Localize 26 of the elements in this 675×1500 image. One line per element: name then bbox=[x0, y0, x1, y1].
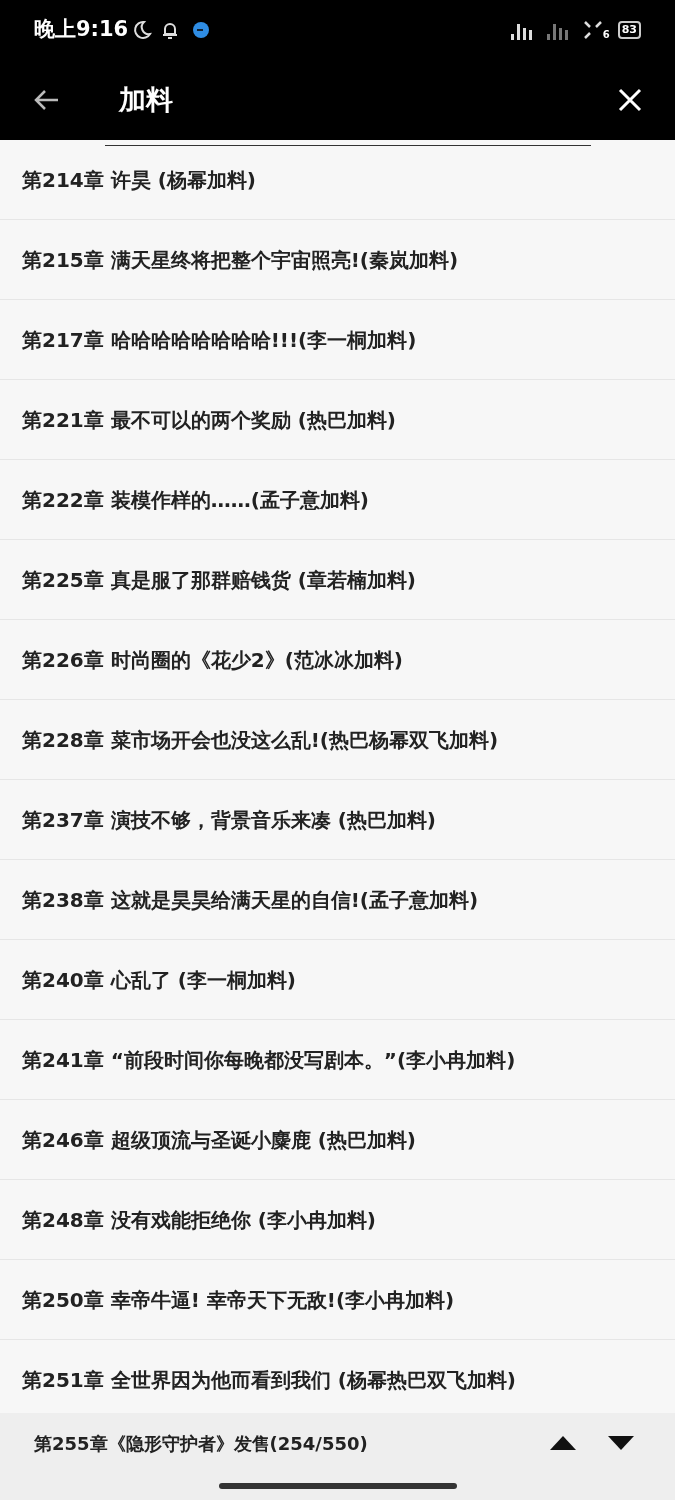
chapter-item[interactable]: 第226章 时尚圈的《花少2》(范冰冰加料) bbox=[0, 620, 675, 700]
chapter-item[interactable]: 第246章 超级顶流与圣诞小麋鹿 (热巴加料) bbox=[0, 1100, 675, 1180]
app-icon bbox=[192, 21, 211, 39]
current-chapter: 第255章《隐形守护者》发售(254/550) bbox=[34, 1431, 368, 1456]
moon-icon bbox=[132, 20, 153, 40]
chapter-item[interactable]: 第214章 许昊 (杨幂加料) bbox=[0, 140, 675, 220]
chapter-item[interactable]: 第237章 演技不够，背景音乐来凑 (热巴加料) bbox=[0, 780, 675, 860]
down-icon bbox=[608, 1436, 634, 1450]
close-icon bbox=[618, 88, 642, 112]
chapter-item[interactable]: 第241章 “前段时间你每晚都没写剧本。”(李小冉加料) bbox=[0, 1020, 675, 1100]
battery-icon: 83 bbox=[617, 21, 641, 39]
chapter-item[interactable]: 第221章 最不可以的两个奖励 (热巴加料) bbox=[0, 380, 675, 460]
chapter-item[interactable]: 第238章 这就是昊昊给满天星的自信!(孟子意加料) bbox=[0, 860, 675, 940]
chapter-item[interactable]: 第240章 心乱了 (李一桐加料) bbox=[0, 940, 675, 1020]
chapter-item[interactable]: 第228章 菜市场开会也没这么乱!(热巴杨幂双飞加料) bbox=[0, 700, 675, 780]
data-icon bbox=[582, 20, 603, 40]
chapter-item[interactable]: 第215章 满天星终将把整个宇宙照亮!(秦岚加料) bbox=[0, 220, 675, 300]
status-time: 晚上9:16 bbox=[34, 16, 129, 44]
search-field[interactable]: 加料 bbox=[105, 66, 591, 146]
chapter-item[interactable]: 第225章 真是服了那群赔钱货 (章若楠加料) bbox=[0, 540, 675, 620]
chapter-item[interactable]: 第248章 没有戏能拒绝你 (李小冉加料) bbox=[0, 1180, 675, 1260]
network-label: 6 bbox=[602, 30, 610, 40]
chapter-item[interactable]: 第250章 幸帝牛逼! 幸帝天下无敌!(李小冉加料) bbox=[0, 1260, 675, 1340]
chapter-item[interactable]: 第217章 哈哈哈哈哈哈哈哈!!!(李一桐加料) bbox=[0, 300, 675, 380]
up-icon bbox=[550, 1436, 576, 1450]
chapter-item[interactable]: 第222章 装模作样的……(孟子意加料) bbox=[0, 460, 675, 540]
